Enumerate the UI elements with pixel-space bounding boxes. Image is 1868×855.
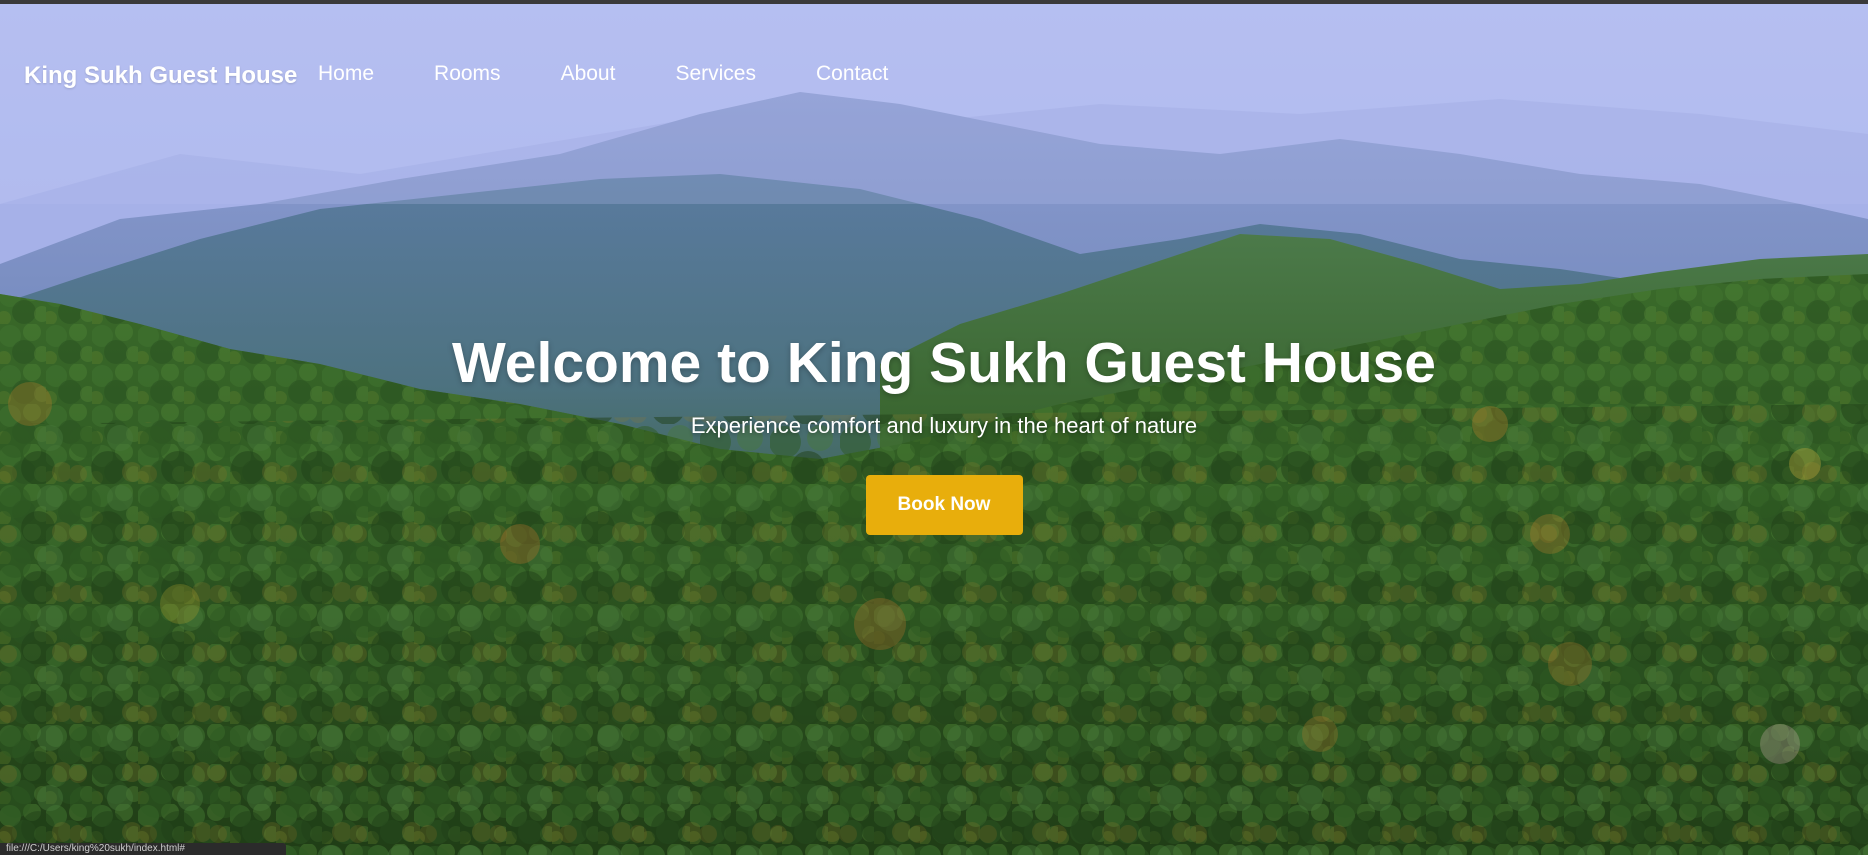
nav-link-rooms[interactable]: Rooms xyxy=(434,62,501,86)
hero-subtitle: Experience comfort and luxury in the hea… xyxy=(690,413,1198,439)
hero-title: Welcome to King Sukh Guest House xyxy=(452,331,1436,395)
book-now-button[interactable]: Book Now xyxy=(865,475,1023,536)
nav-links: Home Rooms About Services Contact xyxy=(318,62,948,86)
window-top-border xyxy=(0,0,1868,4)
navbar: King Sukh Guest House Home Rooms About S… xyxy=(0,4,1868,154)
hero-section: King Sukh Guest House Home Rooms About S… xyxy=(0,4,1868,855)
brand-logo-text[interactable]: King Sukh Guest House xyxy=(24,62,297,90)
browser-status-bar: file:///C:/Users/king%20sukh/index.html# xyxy=(0,843,286,855)
nav-link-services[interactable]: Services xyxy=(675,62,756,86)
nav-link-home[interactable]: Home xyxy=(318,62,374,86)
nav-link-about[interactable]: About xyxy=(561,62,616,86)
hero-content: Welcome to King Sukh Guest House Experie… xyxy=(0,329,1868,536)
nav-link-contact[interactable]: Contact xyxy=(816,62,888,86)
